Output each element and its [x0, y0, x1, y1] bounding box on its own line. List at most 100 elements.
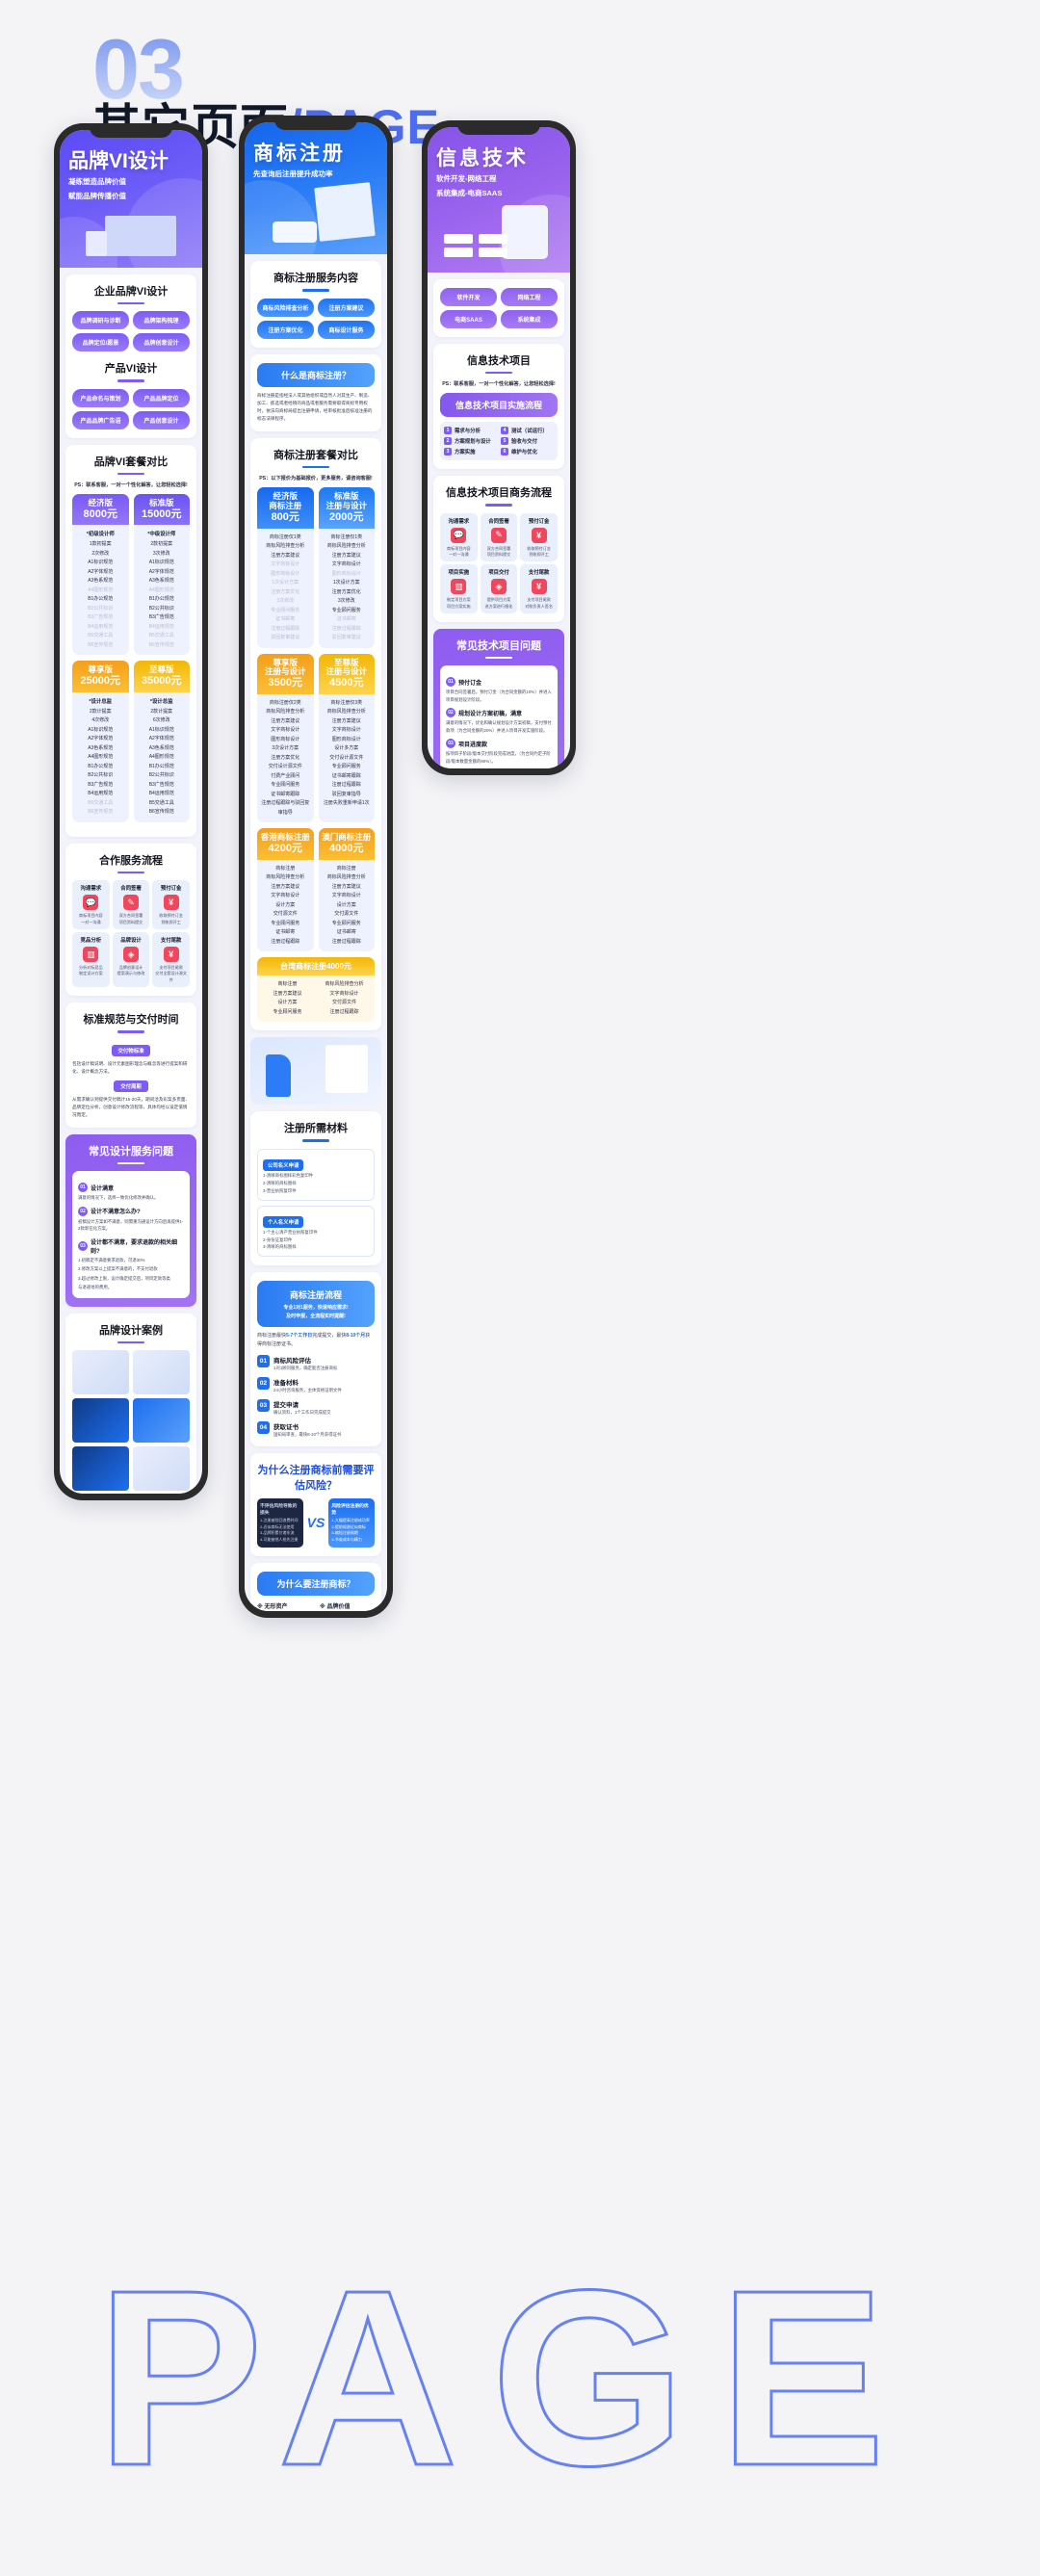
- risk-comparison: 不评估风险导致的损失 1-注册被驳回浪费时间 2-近似商标无法使用 3-品牌积累付诸…: [257, 1497, 375, 1548]
- tag-item[interactable]: 产品创意设计: [133, 410, 190, 429]
- tag-item[interactable]: 电商SAAS: [440, 309, 497, 328]
- process-badge-2: 及时申报，全流程实时提醒!: [286, 1314, 346, 1320]
- pricing-plan[interactable]: 澳门商标注册 4000元 商标注册 商标风险排查分析 注册方案建议 文字商标设计 设计方案交…: [318, 828, 375, 952]
- plan-feature: A1标识规范: [148, 726, 174, 733]
- banner-illustration: [68, 206, 194, 256]
- flow-cell-desc: 商标项目内容 一对一沟通: [79, 913, 103, 924]
- pricing-plan[interactable]: 标准版 15000元 *中级设计师 2款初提案 3次修改 A1标识规范 A2字体规范 A3色系…: [133, 494, 191, 656]
- step-number: 03: [257, 1398, 270, 1412]
- tag-item[interactable]: 软件开发: [440, 287, 497, 306]
- tag-item[interactable]: 商标风险排查分析: [257, 298, 314, 317]
- pricing-plan[interactable]: 经济版 8000元 *初级设计师 1款初提案 2次修改 A1标识规范 A2字体规范 A3色系规…: [72, 494, 129, 656]
- flow-cell-title: 项目交付: [488, 570, 509, 577]
- plan-feature: B3广告规范: [148, 614, 174, 621]
- plan-price: 800元: [271, 510, 299, 523]
- list-item: 设计方案: [277, 1000, 298, 1006]
- what-is-trademark-button[interactable]: 什么是商标注册？: [257, 362, 375, 387]
- process-badge-1: 专业1对1服务，快速响应需求!: [283, 1305, 349, 1312]
- step-label: 测试（试运行）: [511, 429, 548, 435]
- list-item: 专业顾问服务: [273, 1008, 302, 1015]
- plan-body: 商标注册仅2类 商标风险排查分析 注册方案建议 文字商标设计 图形商标设计 3次设计方案注…: [257, 694, 314, 823]
- case-thumbnail[interactable]: [72, 1350, 129, 1395]
- tag-item[interactable]: 系统集成: [501, 309, 558, 328]
- pricing-plan[interactable]: 尊享版 25000元 *设计总监 2款计提案 4次修改 A1标识规范 A2字体规范 A3色系规…: [72, 661, 129, 822]
- faq-item[interactable]: 01 设计满意: [78, 1183, 184, 1193]
- plan-price: 4200元: [268, 843, 302, 855]
- plan-feature: 交付源文件: [334, 911, 359, 918]
- plan-header: 至尊版 35000元: [133, 661, 190, 692]
- plan-feature: B4运用规范: [148, 791, 174, 797]
- plan-feature: 驳回复审建议: [331, 635, 361, 641]
- faq-item[interactable]: 01 预付订金: [446, 677, 552, 688]
- flow-grid: 沟通需求 💬 商标项目内容 一对一沟通 合同签署 ✎ 双方合同签署 项目资料提交 预付订金 ¥ 收取…: [440, 512, 558, 613]
- flow-cell-title: 合同签署: [488, 518, 509, 525]
- faq-item[interactable]: 03 设计都不满意，要求退款的相关细则?: [78, 1237, 184, 1255]
- implementation-flow-button[interactable]: 信息技术项目实施流程: [440, 393, 558, 418]
- plan-feature: 文字商标设计: [271, 561, 300, 568]
- flow-cell-title: 沟通需求: [448, 518, 470, 525]
- pricing-plan[interactable]: 经济版 商标注册 800元 商标注册仅1类 商标风险排查分析 注册方案建议 文字商标设计 图形…: [257, 487, 314, 648]
- step-number: 04: [257, 1420, 270, 1434]
- plan-body: *中级设计师 2款初提案 3次修改 A1标识规范 A2字体规范 A3色系规范 A4图形规范 B…: [134, 525, 191, 655]
- step-title: 获取证书: [273, 1423, 299, 1431]
- case-thumbnail[interactable]: [72, 1446, 129, 1492]
- faq-question: 设计满意: [91, 1185, 115, 1192]
- flow-cell-title: 沟通需求: [80, 886, 102, 893]
- tag-item[interactable]: 产品品牌定位: [133, 388, 190, 407]
- plan-feature: 注册过程跟踪: [271, 938, 300, 945]
- tag-item[interactable]: 产品品牌广告语: [72, 410, 129, 429]
- faq-question: 预付订金: [458, 680, 482, 687]
- phone-notch: [274, 116, 357, 130]
- step-label: 方案规划与设计: [455, 439, 491, 446]
- plan-feature: 证书邮寄跟踪: [331, 772, 361, 779]
- pricing-plan[interactable]: 标准版 注册与设计 2000元 商标注册仅1类 商标风险排查分析 注册方案建议 文字商标设计…: [318, 487, 376, 648]
- flow-cell: 预付订金 ¥ 收取预付订金 到账即开工: [520, 512, 558, 562]
- pricing-plan[interactable]: 香港商标注册 4200元 商标注册 商标风险排查分析 注册方案建议 文字商标设计 设计方案交…: [257, 828, 314, 952]
- pricing-plan[interactable]: 至尊版 35000元 *设计总监 2款计提案 6次修改 A1标识规范 A2字体规范 A3色系规…: [133, 661, 190, 822]
- case-thumbnail[interactable]: [133, 1398, 190, 1444]
- registration-process-header[interactable]: 商标注册流程 专业1对1服务，快速响应需求! 及时申报，全流程实时提醒!: [257, 1281, 375, 1328]
- flow-cell: 项目交付 ◈ 提供项目方案 进方案进行细化: [480, 564, 518, 613]
- phone2-screen: 商标注册 先查询后注册提升成功率 商标注册服务内容 商标风险排查分析 注册方案建…: [245, 122, 387, 1611]
- plan-feature: 3次修改: [152, 550, 170, 557]
- tag-item[interactable]: 品牌定位/愿景: [72, 333, 129, 352]
- plan-feature: 注册过程跟踪与驳回复审指导: [261, 800, 310, 816]
- plan-feature: 注册方案优化: [271, 754, 300, 761]
- list-item: 注册方案建议: [273, 990, 302, 997]
- plan-feature: 专业顾问服务: [271, 607, 300, 613]
- case-thumbnail[interactable]: [133, 1446, 190, 1492]
- plan-feature: 设计方案: [275, 901, 296, 908]
- plan-feature: 文字商标设计: [331, 561, 361, 568]
- faq-item[interactable]: 02 设计不满意怎么办?: [78, 1206, 184, 1216]
- tag-item[interactable]: 品牌创意设计: [133, 333, 190, 352]
- plan-body: 商标注册仅1类 商标风险排查分析 注册方案建议 文字商标设计 图形商标设计 1次设计方案注…: [319, 529, 376, 648]
- flow-cell-desc: 品牌创意设计 提案演示与修改: [117, 965, 145, 976]
- tag-item[interactable]: 注册方案建议: [318, 298, 375, 317]
- plan-feature: 3次修改: [337, 598, 355, 605]
- note-hl2: 8-10个月: [346, 1333, 366, 1340]
- why-register-header[interactable]: 为什么要注册商标？: [257, 1572, 375, 1597]
- case-thumbnail[interactable]: [133, 1350, 190, 1395]
- tag-item[interactable]: 注册方案优化: [257, 320, 314, 339]
- note-mid: 完成提交，最快: [312, 1333, 347, 1340]
- case-thumbnail[interactable]: [72, 1398, 129, 1444]
- flow-cell: 品牌设计 ◈ 品牌创意设计 提案演示与修改: [112, 932, 150, 988]
- faq-item[interactable]: 03 项目进度款: [446, 739, 552, 749]
- tag-item[interactable]: 产品命名与策划: [72, 388, 129, 407]
- flow-cell-desc: 收取预付订金 到账即开工: [159, 913, 183, 924]
- tag-item[interactable]: 品牌调研与诊断: [72, 311, 129, 330]
- pricing-plan[interactable]: 至尊版 注册与设计 4500元 商标注册仅3类 商标风险排查分析 注册方案建议 文字商标设计…: [318, 653, 375, 823]
- list-item: 商标风险排查分析: [325, 981, 364, 988]
- tag-item[interactable]: 品牌架构梳理: [133, 311, 190, 330]
- phone2-banner: 商标注册 先查询后注册提升成功率: [245, 122, 387, 255]
- tag-item[interactable]: 网络工程: [501, 287, 558, 306]
- faq-item[interactable]: 02 规划设计方案初稿，满意: [446, 708, 552, 718]
- plan-feature: 6次修改: [152, 717, 170, 724]
- plan-desc: *初级设计师: [86, 532, 115, 538]
- pricing-plan[interactable]: 尊享版 注册与设计 3500元 商标注册仅2类 商标风险排查分析 注册方案建议 文字商标设计…: [257, 653, 314, 823]
- plan-name: 至尊版: [148, 664, 174, 675]
- list-item: 商标注册: [277, 981, 298, 988]
- tag-item[interactable]: 商标设计服务: [318, 320, 375, 339]
- plan-feature: 图形商标设计: [271, 570, 300, 577]
- step-title: 准备材料: [273, 1379, 299, 1387]
